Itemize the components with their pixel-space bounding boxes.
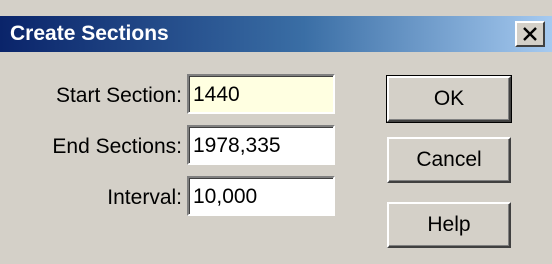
start-section-input[interactable]: 1440 [187, 74, 335, 114]
cancel-button[interactable]: Cancel [387, 137, 511, 183]
create-sections-dialog: Create Sections Start Section: 1440 End … [0, 0, 552, 264]
interval-label: Interval: [107, 186, 182, 209]
interval-input[interactable]: 10,000 [187, 176, 335, 216]
title-bar[interactable]: Create Sections [0, 16, 552, 52]
end-sections-input[interactable]: 1978,335 [187, 125, 335, 165]
help-button[interactable]: Help [387, 202, 511, 248]
end-sections-label: End Sections: [52, 135, 182, 158]
start-section-label: Start Section: [55, 84, 182, 107]
close-icon [523, 27, 537, 41]
ok-button[interactable]: OK [386, 75, 512, 123]
dialog-title: Create Sections [10, 22, 169, 45]
close-button[interactable] [515, 21, 545, 47]
